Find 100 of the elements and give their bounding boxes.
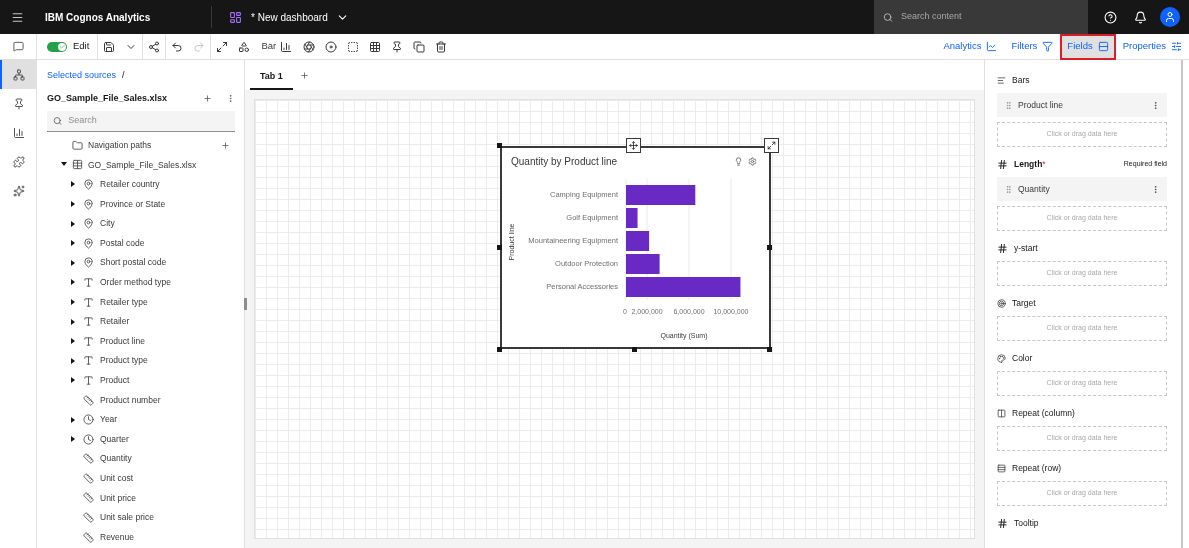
move-handle[interactable] bbox=[626, 138, 641, 153]
notification-icon[interactable] bbox=[1134, 10, 1147, 24]
panel-tab[interactable]: Fields bbox=[1062, 35, 1114, 58]
corner-handle[interactable] bbox=[497, 347, 502, 352]
chart-title: Quantity by Product line bbox=[511, 154, 619, 169]
undo-icon[interactable] bbox=[171, 40, 184, 53]
slot-label: Length bbox=[1014, 157, 1043, 171]
location-pin-icon bbox=[83, 179, 94, 190]
expand-icon[interactable] bbox=[216, 40, 229, 53]
side-handle[interactable] bbox=[632, 347, 637, 352]
edit-toggle[interactable]: Edit bbox=[37, 39, 98, 54]
caret-right-icon[interactable] bbox=[71, 181, 75, 188]
tree-item[interactable]: Quantity bbox=[47, 449, 235, 469]
tree-item[interactable]: Product number bbox=[47, 390, 235, 410]
tree-item[interactable]: GO_Sample_File_Sales.xlsx bbox=[47, 155, 235, 175]
tree-item[interactable]: Product type bbox=[47, 351, 235, 371]
corner-handle[interactable] bbox=[767, 347, 772, 352]
caret-right-icon[interactable] bbox=[71, 299, 75, 306]
panel-tab[interactable]: Analytics bbox=[938, 35, 1003, 58]
caret-right-icon[interactable] bbox=[71, 436, 75, 443]
tree-item[interactable]: Unit price bbox=[47, 488, 235, 508]
tree-item[interactable]: Product line bbox=[47, 331, 235, 352]
overflow-menu-icon[interactable] bbox=[1151, 184, 1160, 194]
overflow-menu-icon[interactable] bbox=[1151, 100, 1160, 110]
help-icon[interactable] bbox=[1104, 10, 1117, 24]
tree-item[interactable]: Order method type bbox=[47, 272, 235, 293]
caret-right-icon[interactable] bbox=[71, 338, 75, 345]
caret-right-icon[interactable] bbox=[71, 416, 75, 423]
search-field[interactable]: Search bbox=[47, 110, 235, 132]
chart-type-button[interactable]: Bar bbox=[255, 39, 299, 54]
search-field[interactable]: Search content bbox=[874, 0, 1088, 34]
tree-item[interactable]: City bbox=[47, 213, 235, 234]
clock-icon bbox=[83, 433, 94, 445]
select-icon[interactable] bbox=[347, 40, 360, 53]
tree-item[interactable]: Quarter bbox=[47, 429, 235, 449]
grid-icon[interactable] bbox=[369, 40, 382, 53]
tree-item[interactable]: Unit sale price bbox=[47, 507, 235, 528]
add-icon[interactable] bbox=[221, 140, 230, 150]
avatar[interactable] bbox=[1160, 7, 1180, 27]
field-chip[interactable]: Quantity bbox=[997, 177, 1167, 201]
panel-tab[interactable]: Properties bbox=[1117, 35, 1187, 58]
drag-handle-icon[interactable] bbox=[1004, 184, 1013, 194]
settings-icon[interactable] bbox=[748, 156, 757, 166]
tree-item[interactable]: Retailer country bbox=[47, 174, 235, 195]
field-chip[interactable]: Product line bbox=[997, 93, 1167, 117]
copy-icon[interactable] bbox=[413, 40, 426, 53]
share-icon[interactable] bbox=[148, 40, 161, 53]
tree-item[interactable]: Revenue bbox=[47, 527, 235, 547]
tree-item[interactable]: Retailer type bbox=[47, 292, 235, 312]
caret-right-icon[interactable] bbox=[71, 201, 75, 208]
tree-item[interactable]: Product bbox=[47, 370, 235, 391]
search-icon bbox=[53, 115, 63, 126]
caret-right-icon[interactable] bbox=[71, 377, 75, 384]
tree-item[interactable]: Navigation paths bbox=[47, 135, 235, 156]
search-input[interactable]: Search bbox=[68, 113, 229, 128]
data-tree-icon[interactable] bbox=[0, 60, 36, 89]
caret-right-icon[interactable] bbox=[71, 259, 75, 266]
slot-label: Repeat (column) bbox=[1012, 406, 1075, 420]
drag-handle-icon[interactable] bbox=[1004, 100, 1013, 110]
tree-item[interactable]: Postal code bbox=[47, 233, 235, 254]
filter-icon bbox=[1042, 41, 1054, 52]
panel-tab[interactable]: Filters bbox=[1006, 35, 1059, 58]
aperture-icon[interactable] bbox=[303, 40, 316, 53]
disc-icon[interactable] bbox=[325, 40, 338, 53]
pin-icon[interactable] bbox=[391, 40, 404, 53]
tree-item[interactable]: Province or State bbox=[47, 194, 235, 214]
tree-item[interactable]: Short postal code bbox=[47, 253, 235, 273]
overflow-menu-icon[interactable] bbox=[226, 94, 235, 103]
tree-item[interactable]: Year bbox=[47, 409, 235, 430]
add-icon[interactable] bbox=[203, 94, 212, 103]
side-handle[interactable] bbox=[767, 245, 772, 250]
caret-right-icon[interactable] bbox=[71, 279, 75, 286]
breadcrumb-separator: / bbox=[122, 69, 125, 82]
caret-right-icon[interactable] bbox=[71, 220, 75, 227]
shapes-icon[interactable] bbox=[238, 40, 251, 53]
resize-handle[interactable] bbox=[764, 138, 779, 153]
corner-handle[interactable] bbox=[497, 143, 502, 148]
text-type-icon bbox=[83, 335, 94, 347]
tree-item[interactable]: Unit cost bbox=[47, 468, 235, 489]
lightbulb-icon[interactable] bbox=[734, 156, 743, 166]
caret-right-icon[interactable] bbox=[71, 357, 75, 364]
breadcrumb-link[interactable]: Selected sources bbox=[47, 69, 117, 83]
ruler-icon bbox=[83, 394, 94, 406]
columns-icon bbox=[997, 408, 1006, 418]
slot-label: Bars bbox=[1012, 73, 1030, 87]
ruler-icon bbox=[83, 531, 94, 543]
side-handle[interactable] bbox=[497, 245, 502, 250]
caret-right-icon[interactable] bbox=[71, 318, 75, 325]
fields-icon bbox=[1097, 41, 1109, 52]
save-icon[interactable] bbox=[103, 40, 116, 53]
add-tab-icon[interactable] bbox=[299, 71, 309, 80]
location-pin-icon bbox=[83, 198, 94, 210]
comment-icon[interactable] bbox=[12, 41, 24, 52]
menu-icon[interactable] bbox=[11, 10, 24, 24]
search-input[interactable]: Search content bbox=[901, 10, 1079, 24]
caret-right-icon[interactable] bbox=[71, 240, 75, 247]
bar-chart-icon bbox=[280, 40, 293, 53]
delete-icon[interactable] bbox=[435, 40, 448, 53]
tree-item[interactable]: Retailer bbox=[47, 311, 235, 332]
caret-down-icon[interactable] bbox=[61, 162, 67, 167]
